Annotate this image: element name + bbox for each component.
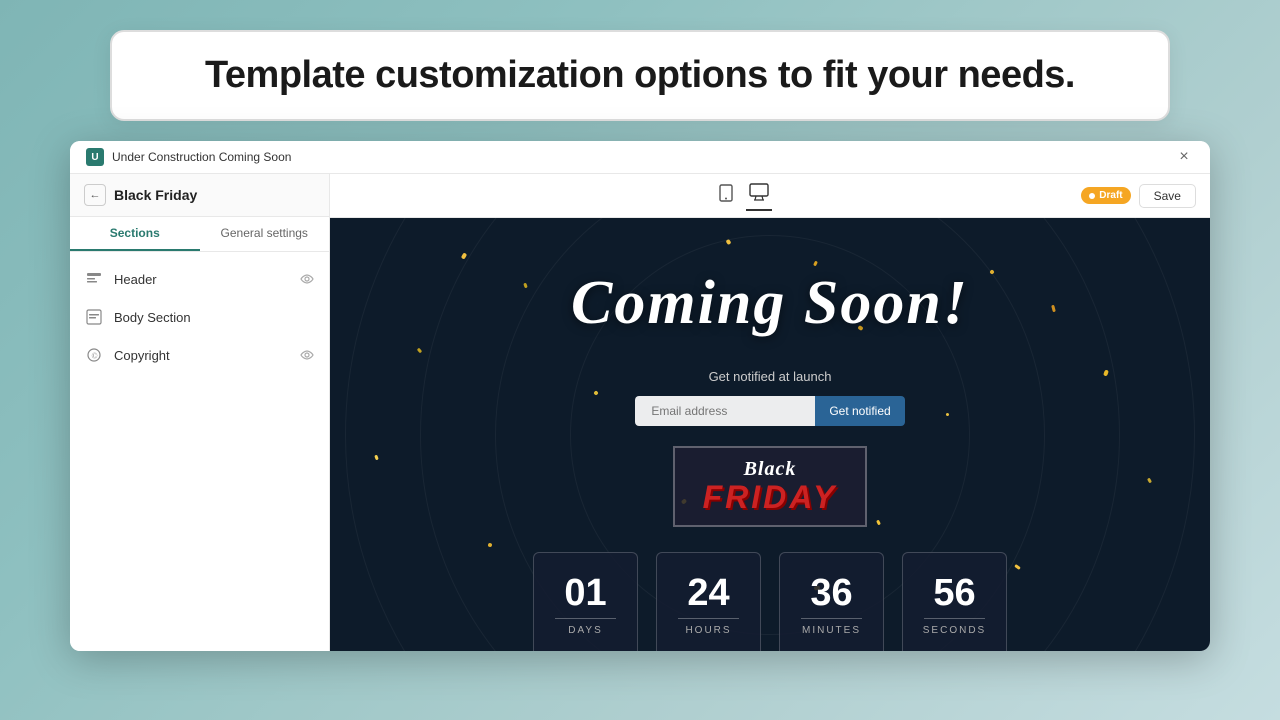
right-area: Draft Save <box>330 174 1210 651</box>
header-visibility-icon[interactable] <box>299 271 315 287</box>
sidebar-tabs: Sections General settings <box>70 217 329 252</box>
desktop-icon[interactable] <box>746 180 772 211</box>
body-section-label: Body Section <box>114 310 315 325</box>
app-bar: U Under Construction Coming Soon × <box>70 141 1210 174</box>
app-title-text: Under Construction Coming Soon <box>112 150 291 164</box>
countdown-hours-value: 24 <box>687 574 729 612</box>
minutes-divider <box>801 618 863 619</box>
countdown-box-days: 01 DAYS <box>533 552 638 651</box>
black-friday-top-text: Black <box>744 458 797 480</box>
coming-soon-preview: Coming Soon! Get notified at launch Get … <box>330 218 1210 651</box>
days-divider <box>555 618 617 619</box>
countdown-days-value: 01 <box>564 574 606 612</box>
tab-general-settings[interactable]: General settings <box>200 217 330 251</box>
sidebar-back-button[interactable]: ← <box>84 184 106 206</box>
tablet-icon[interactable] <box>714 181 738 210</box>
preview-area: Coming Soon! Get notified at launch Get … <box>330 218 1210 651</box>
draft-badge: Draft <box>1081 187 1130 204</box>
hours-divider <box>678 618 740 619</box>
copyright-section-icon: © <box>84 345 104 365</box>
get-notified-button[interactable]: Get notified <box>815 396 904 426</box>
countdown-box-minutes: 36 MINUTES <box>779 552 884 651</box>
app-logo: U <box>86 148 104 166</box>
countdown-box-hours: 24 HOURS <box>656 552 761 651</box>
notification-label: Get notified at launch <box>709 369 832 384</box>
top-banner: Template customization options to fit yo… <box>110 30 1170 121</box>
close-button[interactable]: × <box>1174 147 1194 167</box>
draft-dot <box>1089 193 1095 199</box>
coming-soon-title: Coming Soon! <box>571 268 969 339</box>
countdown-section: 01 DAYS 24 HOURS 36 MINUTES <box>533 552 1007 651</box>
right-toolbar: Draft Save <box>330 174 1210 218</box>
sidebar-header: ← Black Friday <box>70 174 329 217</box>
copyright-visibility-icon[interactable] <box>299 347 315 363</box>
sidebar-sections-list: Header <box>70 252 329 382</box>
app-title-area: U Under Construction Coming Soon <box>86 148 291 166</box>
tab-sections[interactable]: Sections <box>70 217 200 251</box>
toolbar-right: Draft Save <box>1081 184 1196 208</box>
body-section-icon <box>84 307 104 327</box>
seconds-divider <box>924 618 986 619</box>
header-section-label: Header <box>114 272 289 287</box>
banner-text: Template customization options to fit yo… <box>162 54 1118 97</box>
device-icons <box>714 180 772 211</box>
countdown-days-label: DAYS <box>568 625 603 636</box>
notification-section: Get notified at launch Get notified <box>635 369 904 426</box>
email-input[interactable] <box>635 396 815 426</box>
sidebar-item-body[interactable]: Body Section <box>70 298 329 336</box>
save-button[interactable]: Save <box>1139 184 1196 208</box>
notification-form: Get notified <box>635 396 904 426</box>
sidebar-item-header[interactable]: Header <box>70 260 329 298</box>
browser-window: U Under Construction Coming Soon × ← Bla… <box>70 141 1210 651</box>
black-friday-badge: Black FRIDAY <box>673 446 868 527</box>
countdown-seconds-label: SECONDS <box>923 625 986 636</box>
countdown-minutes-value: 36 <box>810 574 852 612</box>
copyright-section-label: Copyright <box>114 348 289 363</box>
sidebar-title: Black Friday <box>114 187 197 203</box>
draft-label: Draft <box>1099 190 1122 201</box>
svg-text:©: © <box>92 352 98 361</box>
countdown-hours-label: HOURS <box>685 625 731 636</box>
sidebar-item-copyright[interactable]: © Copyright <box>70 336 329 374</box>
countdown-minutes-label: MINUTES <box>802 625 861 636</box>
countdown-seconds-value: 56 <box>933 574 975 612</box>
countdown-box-seconds: 56 SECONDS <box>902 552 1007 651</box>
sidebar: ← Black Friday Sections General settings <box>70 174 330 651</box>
header-section-icon <box>84 269 104 289</box>
browser-body: ← Black Friday Sections General settings <box>70 174 1210 651</box>
black-friday-bottom-text: FRIDAY <box>703 480 838 515</box>
